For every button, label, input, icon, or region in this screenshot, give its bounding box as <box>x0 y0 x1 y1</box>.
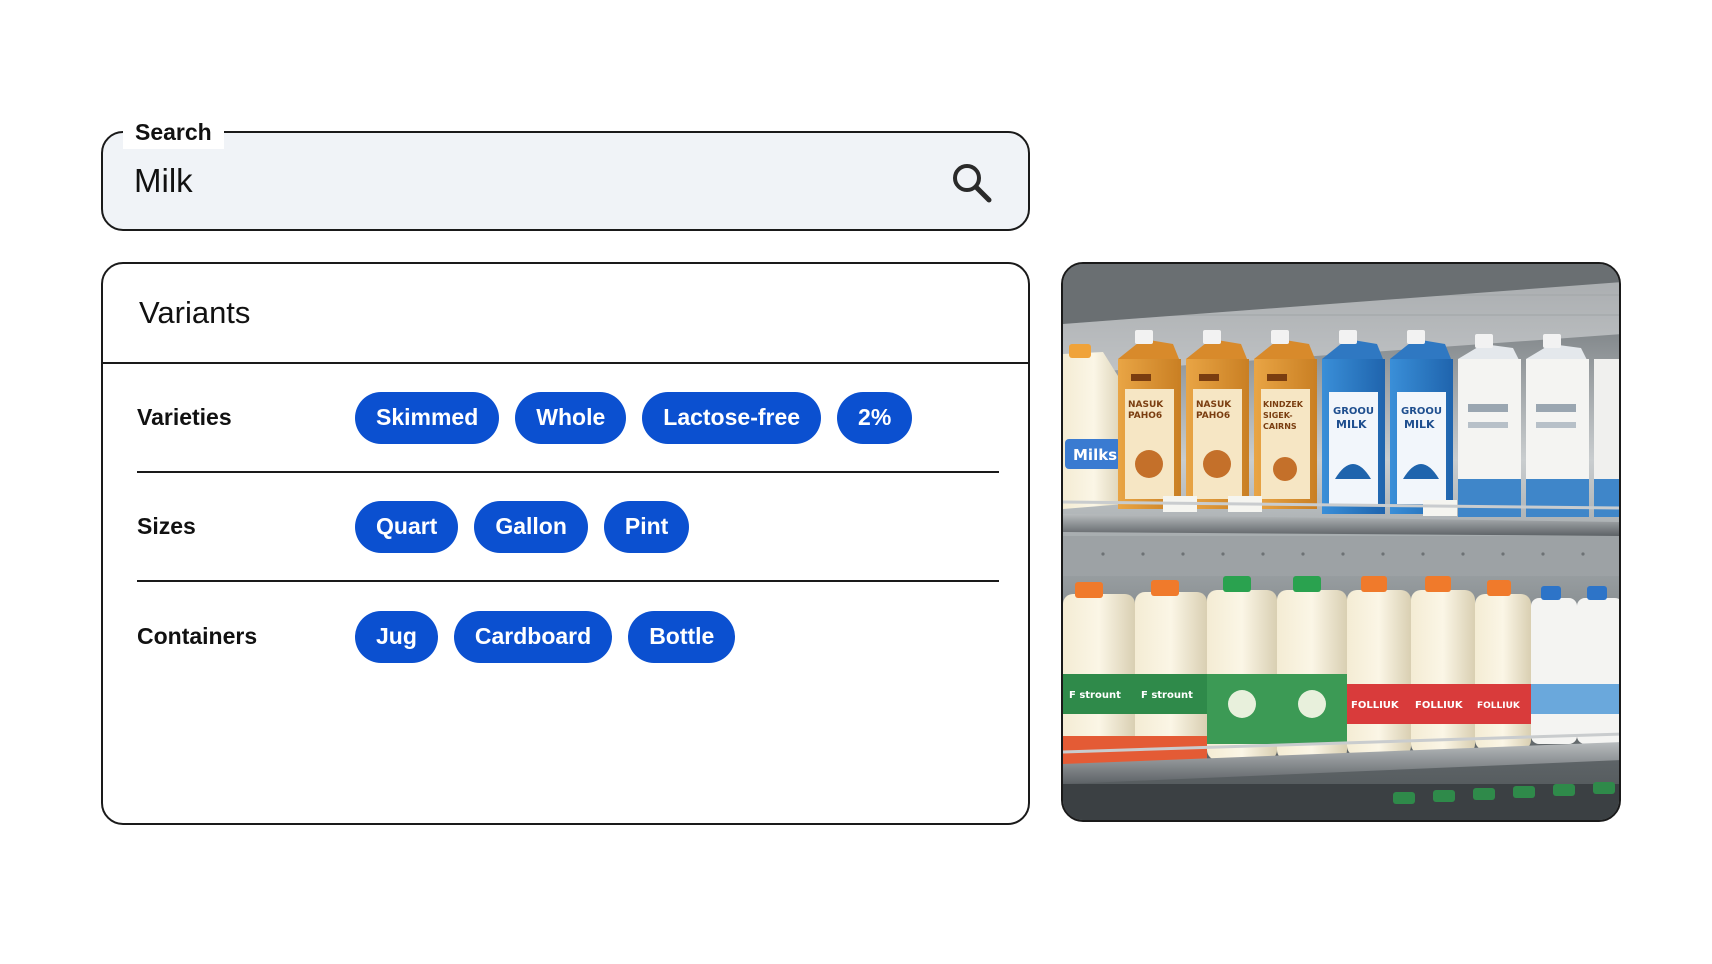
variant-row-varieties: Varieties Skimmed Whole Lactose-free 2% <box>137 364 999 473</box>
svg-text:NASUK: NASUK <box>1128 400 1164 410</box>
chip-skimmed[interactable]: Skimmed <box>355 391 500 444</box>
chip-jug[interactable]: Jug <box>355 610 438 663</box>
chips-containers: Jug Cardboard Bottle <box>355 582 736 691</box>
milk-shelf-photo: Milks NASUK PAHO6 NASUK PAHO6 KINDZEK SI… <box>1061 262 1621 822</box>
milk-shelf-illustration: Milks NASUK PAHO6 NASUK PAHO6 KINDZEK SI… <box>1063 264 1619 820</box>
chip-cardboard[interactable]: Cardboard <box>453 610 613 663</box>
svg-text:PAHO6: PAHO6 <box>1128 411 1162 421</box>
row-label-containers: Containers <box>137 623 258 649</box>
svg-text:NASUK: NASUK <box>1196 400 1232 410</box>
variants-title: Variants <box>139 295 251 330</box>
search-label: Search <box>123 115 224 149</box>
svg-text:CAIRNS: CAIRNS <box>1263 422 1297 431</box>
svg-text:MILK: MILK <box>1336 418 1367 431</box>
chip-whole[interactable]: Whole <box>515 391 627 444</box>
search-input[interactable] <box>134 161 894 201</box>
variant-row-sizes: Sizes Quart Gallon Pint <box>137 473 999 582</box>
svg-text:KINDZEK: KINDZEK <box>1263 400 1304 409</box>
chips-varieties: Skimmed Whole Lactose-free 2% <box>355 364 913 471</box>
svg-text:Milks: Milks <box>1073 446 1117 464</box>
search-button[interactable] <box>950 161 994 205</box>
svg-text:FOLLIUK: FOLLIUK <box>1351 700 1400 711</box>
chips-sizes: Quart Gallon Pint <box>355 473 690 580</box>
search-icon <box>953 164 992 203</box>
variants-card: Variants Varieties Skimmed Whole Lactose… <box>101 262 1030 825</box>
svg-text:FOLLIUK: FOLLIUK <box>1415 700 1464 711</box>
svg-text:F strount: F strount <box>1141 690 1193 701</box>
svg-text:GROOU: GROOU <box>1401 406 1442 417</box>
svg-text:GROOU: GROOU <box>1333 406 1374 417</box>
svg-text:PAHO6: PAHO6 <box>1196 411 1230 421</box>
row-label-sizes: Sizes <box>137 513 196 539</box>
variants-header: Variants <box>103 264 1028 364</box>
row-label-varieties: Varieties <box>137 404 232 430</box>
svg-text:F strount: F strount <box>1069 690 1121 701</box>
variant-row-containers: Containers Jug Cardboard Bottle <box>137 582 999 691</box>
chip-gallon[interactable]: Gallon <box>474 500 588 553</box>
chip-2-percent[interactable]: 2% <box>837 391 913 444</box>
search-field[interactable]: Search <box>101 115 1030 231</box>
chip-bottle[interactable]: Bottle <box>628 610 736 663</box>
chip-pint[interactable]: Pint <box>603 500 690 553</box>
svg-text:MILK: MILK <box>1404 418 1435 431</box>
chip-quart[interactable]: Quart <box>355 500 459 553</box>
svg-text:SIGEK-: SIGEK- <box>1263 411 1293 420</box>
chip-lactose-free[interactable]: Lactose-free <box>642 391 822 444</box>
svg-text:FOLLIUK: FOLLIUK <box>1477 701 1521 711</box>
